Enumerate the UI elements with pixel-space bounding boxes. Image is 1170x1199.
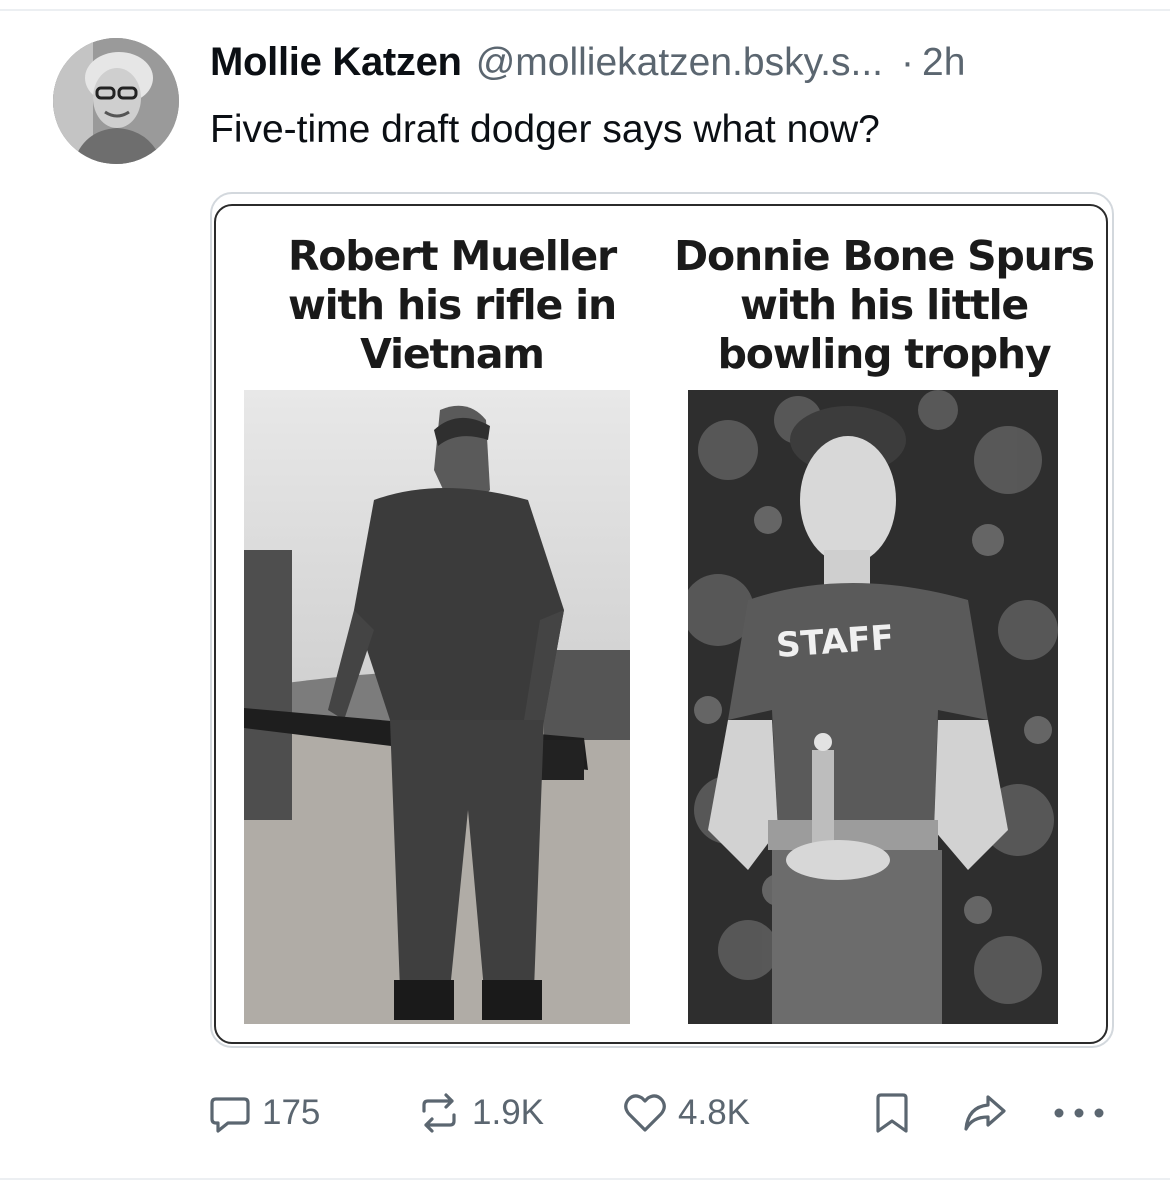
repost-icon <box>416 1091 462 1135</box>
reply-icon <box>208 1091 252 1135</box>
soldier-photo <box>244 390 630 1024</box>
bottom-divider <box>0 1178 1170 1180</box>
bookmark-icon <box>872 1090 912 1136</box>
separator-dot: · <box>901 41 915 84</box>
reply-count: 175 <box>262 1093 321 1132</box>
post-header: Mollie Katzen @molliekatzen.bsky.s... · 2h <box>210 40 1140 90</box>
meme-card: Robert Mueller with his rifle in Vietnam… <box>214 204 1108 1044</box>
embedded-image[interactable]: Robert Mueller with his rifle in Vietnam… <box>210 192 1114 1048</box>
author-handle[interactable]: @molliekatzen.bsky.s... <box>476 41 883 84</box>
repost-button[interactable]: 1.9K <box>416 1085 544 1141</box>
repost-count: 1.9K <box>472 1093 544 1132</box>
left-caption: Robert Mueller with his rifle in Vietnam <box>287 232 617 378</box>
avatar-image <box>53 38 179 164</box>
top-divider <box>0 9 1170 11</box>
like-count: 4.8K <box>678 1093 750 1132</box>
like-icon <box>622 1091 668 1135</box>
author-display-name[interactable]: Mollie Katzen <box>210 40 462 84</box>
author-avatar[interactable] <box>53 38 179 164</box>
share-button[interactable] <box>960 1085 1010 1141</box>
share-icon <box>960 1091 1010 1135</box>
post-actions: 175 1.9K 4.8K <box>0 1085 1170 1145</box>
like-button[interactable]: 4.8K <box>622 1085 750 1141</box>
more-options-button[interactable] <box>1052 1085 1106 1141</box>
post-timestamp[interactable]: 2h <box>922 41 965 84</box>
reply-button[interactable]: 175 <box>208 1085 320 1141</box>
shirt-text: STAFF <box>775 618 895 666</box>
more-icon <box>1052 1103 1106 1123</box>
bookmark-button[interactable] <box>872 1085 912 1141</box>
post-text: Five-time draft dodger says what now? <box>210 108 880 151</box>
trophy-photo: STAFF <box>688 390 1058 1024</box>
right-caption: Donnie Bone Spurs with his little bowlin… <box>674 232 1095 378</box>
